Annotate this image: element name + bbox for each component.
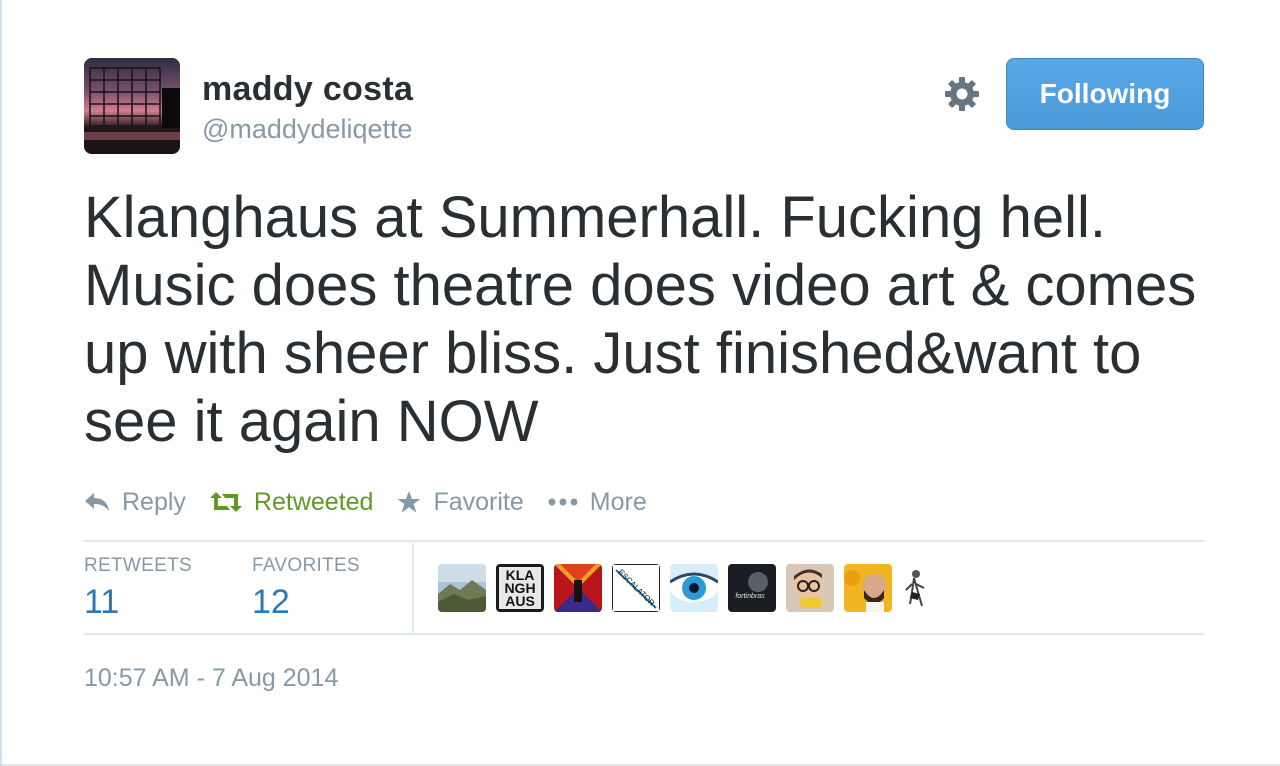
retweets-count: 11 [84,583,120,621]
retweet-icon [209,492,242,512]
following-button[interactable]: Following [1006,58,1204,130]
reply-label: Reply [122,487,186,516]
favoriter-avatar[interactable] [902,564,950,612]
more-action[interactable]: More [548,488,647,517]
favorite-label: Favorite [433,487,524,516]
favoriter-avatar[interactable] [554,564,602,612]
reply-icon [85,493,109,511]
star-icon [397,491,421,513]
user-avatar[interactable] [84,58,180,154]
user-name[interactable]: maddy costa [202,70,413,109]
favorites-count: 12 [251,583,290,621]
more-label: More [589,487,647,516]
favoriter-avatar[interactable] [786,564,834,612]
favorites-label: FAVORITES [251,555,360,576]
favoriter-avatar[interactable]: ESCALATOR [612,564,660,612]
favorite-action[interactable]: Favorite [397,487,524,517]
favoriter-avatars: KLA NGH AUS ESCALATOR fortinbras [438,564,960,612]
tweet-timestamp[interactable]: 10:57 AM - 7 Aug 2014 [84,664,338,693]
retweet-label: Retweeted [253,487,374,516]
favoriter-avatar[interactable]: KLA NGH AUS [496,564,544,612]
user-handle[interactable]: @maddydeliqette [202,114,413,145]
more-dots-icon [548,498,578,506]
gear-icon[interactable] [942,74,982,114]
dark-logo-text: fortinbras [735,593,765,600]
tweet-stats: RETWEETS 11 FAVORITES 12 [84,543,420,633]
klanghaus-line-3: AUS [505,593,535,609]
favoriter-avatar[interactable] [438,564,486,612]
favoriter-avatar[interactable] [670,564,718,612]
retweets-label: RETWEETS [84,555,192,576]
tweet-text: Klanghaus at Summerhall. Fucking hell. M… [84,185,1197,454]
favoriter-avatar[interactable]: fortinbras [728,564,776,612]
favorites-stat[interactable]: FAVORITES 12 [252,543,360,633]
divider-top [84,540,1204,542]
retweets-stat[interactable]: RETWEETS 11 [84,543,192,633]
tweet-card: maddy costa @maddydeliqette Following Kl… [0,0,1280,766]
stats-separator [412,543,414,634]
retweet-action[interactable]: Retweeted [209,487,374,517]
reply-action[interactable]: Reply [84,488,186,517]
divider-bottom [84,633,1204,635]
tweet-actions: Reply Retweeted Favorite More [84,484,671,520]
favoriter-avatar[interactable] [844,564,892,612]
